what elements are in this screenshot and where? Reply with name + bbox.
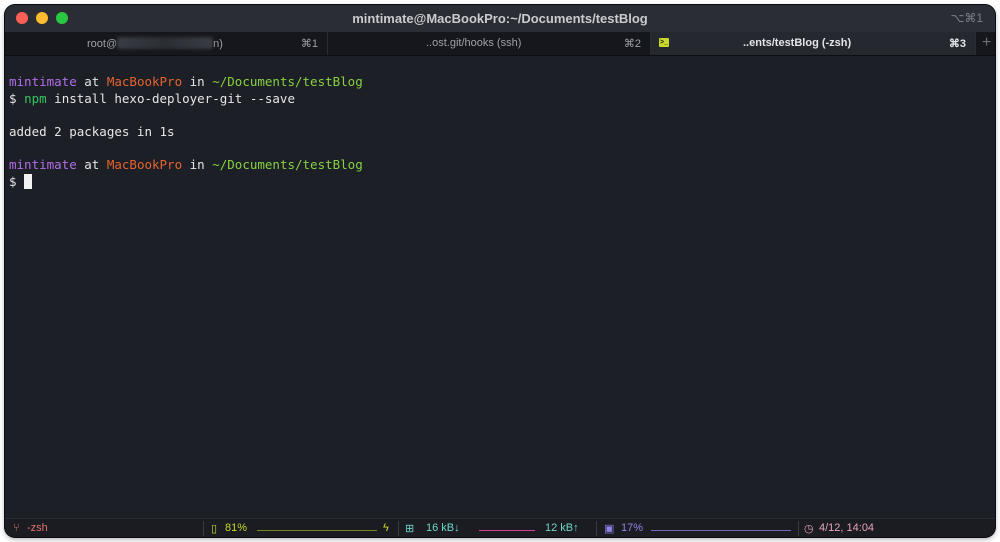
- tab-shortcut: ⌘2: [623, 38, 641, 50]
- cpu-icon: ▣: [604, 523, 615, 535]
- tab-label: ..ents/testBlog (-zsh): [743, 37, 852, 49]
- window-title: mintimate@MacBookPro:~/Documents/testBlo…: [352, 11, 648, 26]
- status-divider: [203, 521, 204, 536]
- battery-icon: ▯: [211, 523, 218, 535]
- tab-bar: root@ n) ⌘1 ..ost.git/hooks (ssh) ⌘2 >_ .…: [5, 32, 995, 56]
- title-bar[interactable]: mintimate@MacBookPro:~/Documents/testBlo…: [5, 5, 995, 32]
- network-download[interactable]: 16 kB↓: [426, 522, 460, 534]
- tab-shortcut: ⌘1: [300, 38, 318, 50]
- tab-label: root@ n): [87, 37, 223, 50]
- cpu-graph: [651, 530, 791, 531]
- command-output: added 2 packages in 1s: [9, 124, 175, 139]
- status-bar: ⑂ -zsh ▯ 81% ϟ ⊞ 16 kB↓ 12 kB↑ ▣ 17% ◷ 4…: [5, 518, 995, 537]
- battery-graph: [257, 530, 377, 531]
- clock-icon: ◷: [804, 523, 814, 535]
- terminal-output[interactable]: mintimate at MacBookPro in ~/Documents/t…: [5, 56, 995, 518]
- shell-icon: ⑂: [13, 522, 20, 534]
- active-prompt[interactable]: $: [9, 174, 33, 190]
- cpu-usage[interactable]: 17%: [621, 522, 643, 534]
- text-cursor: [24, 174, 33, 189]
- shell-name[interactable]: -zsh: [27, 522, 48, 534]
- battery-level[interactable]: 81%: [225, 522, 247, 534]
- tab-testblog[interactable]: >_ ..ents/testBlog (-zsh) ⌘3: [651, 32, 976, 55]
- status-divider: [398, 521, 399, 536]
- new-tab-button[interactable]: +: [976, 32, 995, 55]
- terminal-icon: >_: [659, 38, 669, 47]
- charging-icon: ϟ: [383, 522, 389, 534]
- terminal-window: mintimate@MacBookPro:~/Documents/testBlo…: [5, 5, 995, 537]
- network-graph: [479, 530, 535, 531]
- tab-shortcut: ⌘3: [948, 38, 966, 50]
- clock-time[interactable]: 4/12, 14:04: [819, 522, 874, 534]
- tab-git-hooks[interactable]: ..ost.git/hooks (ssh) ⌘2: [328, 32, 651, 55]
- tab-ssh-root[interactable]: root@ n) ⌘1: [5, 32, 328, 55]
- prompt-line: mintimate at MacBookPro in ~/Documents/t…: [9, 74, 363, 89]
- prompt-line: mintimate at MacBookPro in ~/Documents/t…: [9, 157, 363, 172]
- status-divider: [798, 521, 799, 536]
- command-line: $ npm install hexo-deployer-git --save: [9, 91, 295, 106]
- redacted-hostname: [117, 37, 214, 49]
- network-upload[interactable]: 12 kB↑: [545, 522, 579, 534]
- network-icon: ⊞: [405, 523, 415, 535]
- status-divider: [596, 521, 597, 536]
- window-shortcut: ⌥⌘1: [950, 11, 983, 25]
- tab-label: ..ost.git/hooks (ssh): [426, 37, 522, 49]
